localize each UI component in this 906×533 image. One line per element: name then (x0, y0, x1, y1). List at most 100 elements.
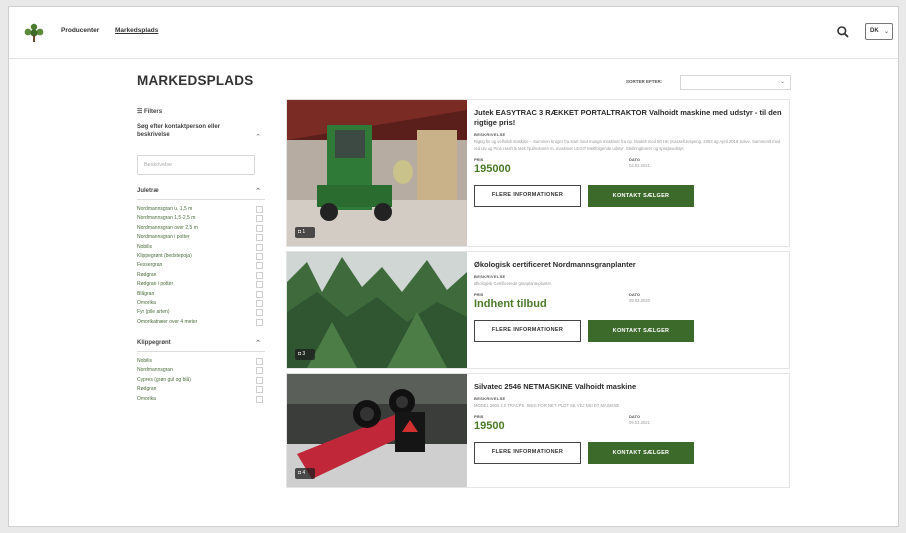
photo-count: 1 (302, 229, 306, 235)
filter-option[interactable]: Cypres (grøn gul og blå) (137, 376, 265, 385)
juletrae-filter-list: Nordmannsgran u. 1,5 m Nordmannsgran 1,5… (137, 205, 265, 327)
checkbox[interactable] (256, 376, 263, 384)
filter-option[interactable]: Omorikatræer over 4 meter (137, 318, 265, 327)
contact-seller-button[interactable]: KONTAKT SÆLGER (588, 185, 694, 207)
filter-option[interactable]: Blågran (137, 290, 265, 299)
date-label: DATO (629, 292, 640, 297)
listing-actions: FLERE INFORMATIONER KONTAKT SÆLGER (474, 442, 784, 464)
description-text: Rigtig fin og velholdt maskine – Sammen … (474, 139, 781, 151)
filter-option[interactable]: Nordmannsgran (137, 366, 265, 375)
contact-seller-button[interactable]: KONTAKT SÆLGER (588, 320, 694, 342)
checkbox[interactable] (256, 206, 263, 213)
filter-section-juletrae[interactable]: Juletræ ⌃ (137, 184, 265, 200)
price-label: PRIS (474, 157, 484, 162)
language-value: DK (870, 28, 879, 34)
filter-option[interactable]: Rødgran (137, 271, 265, 280)
chevron-down-icon: ⌄ (779, 79, 785, 85)
listing-card: ◘ 1 Jutek EASYTRAC 3 RÆKKET PORTALTRAKTO… (286, 99, 790, 247)
search-filter-label[interactable]: Søg efter kontaktperson eller beskrivels… (137, 123, 249, 139)
camera-icon: ◘ (298, 229, 302, 235)
photo-count-badge[interactable]: ◘ 4 (295, 468, 315, 479)
photo-count: 3 (302, 351, 306, 357)
section-title: Klippegrønt (137, 340, 171, 347)
listing-meta: PRIS 19500 DATO 09.03.2021 (474, 414, 784, 436)
checkbox[interactable] (256, 243, 263, 251)
browser-page: Producenter Markedsplads DK ⌄ MARKEDSPLA… (8, 6, 899, 527)
checkbox[interactable] (256, 358, 263, 366)
photo-count-badge[interactable]: ◘ 1 (295, 227, 315, 238)
filter-option[interactable]: Nordmannsgran i potter (137, 233, 265, 242)
checkbox[interactable] (256, 252, 263, 260)
filter-option[interactable]: Nobilis (137, 243, 265, 252)
checkbox[interactable] (256, 367, 263, 375)
listing-body: Jutek EASYTRAC 3 RÆKKET PORTALTRAKTOR Va… (474, 108, 784, 207)
checkbox[interactable] (256, 215, 263, 223)
checkbox[interactable] (256, 281, 263, 289)
language-select[interactable]: DK ⌄ (865, 23, 893, 40)
contact-seller-button[interactable]: KONTAKT SÆLGER (588, 442, 694, 464)
date-value: 09.03.2021 (629, 420, 650, 425)
chevron-up-icon[interactable]: ⌃ (255, 133, 261, 141)
tractor-photo (287, 100, 467, 246)
description-search-input[interactable]: Beskrivelse (137, 155, 255, 175)
price-label: PRIS (474, 414, 484, 419)
listing-card: ◘ 3 Økologisk certificeret Nordmannsgran… (286, 251, 790, 369)
listing-title[interactable]: Silvatec 2546 NETMASKINE Valhoidt maskin… (474, 382, 784, 392)
nav-producers-link[interactable]: Producenter (61, 27, 99, 34)
more-info-button[interactable]: FLERE INFORMATIONER (474, 320, 581, 342)
page-title: MARKEDSPLADS (137, 73, 254, 88)
filter-option[interactable]: Nordmannsgran 1,5-2,5 m (137, 214, 265, 223)
more-info-button[interactable]: FLERE INFORMATIONER (474, 442, 581, 464)
date-label: DATO (629, 157, 640, 162)
camera-icon: ◘ (298, 351, 302, 357)
chevron-down-icon: ⌃ (255, 340, 261, 348)
description-label: BESKRIVELSE (474, 132, 506, 137)
checkbox[interactable] (256, 309, 263, 317)
filter-option[interactable]: Fyr (pile arten) (137, 308, 265, 317)
listing-image[interactable]: ◘ 1 (287, 100, 467, 246)
search-icon[interactable] (836, 25, 850, 39)
listing-body: Silvatec 2546 NETMASKINE Valhoidt maskin… (474, 382, 784, 464)
filter-option[interactable]: Fessergran (137, 261, 265, 270)
filter-option[interactable]: Omorika (137, 395, 265, 404)
chevron-down-icon: ⌃ (255, 188, 261, 195)
filter-sidebar: ☰ Filters Søg efter kontaktperson eller … (137, 103, 265, 404)
filter-option[interactable]: Rødgran (137, 385, 265, 394)
price-value: 19500 (474, 420, 505, 432)
listing-actions: FLERE INFORMATIONER KONTAKT SÆLGER (474, 185, 784, 207)
checkbox[interactable] (256, 271, 263, 279)
checkbox[interactable] (256, 262, 263, 270)
chevron-down-icon: ⌄ (883, 29, 889, 35)
date-value: 09.03.2020 (629, 298, 650, 303)
photo-count: 4 (302, 470, 306, 476)
listing-image[interactable]: ◘ 4 (287, 374, 467, 487)
filter-section-klippegront[interactable]: Klippegrønt ⌃ (137, 336, 265, 353)
photo-count-badge[interactable]: ◘ 3 (295, 349, 315, 360)
more-info-button[interactable]: FLERE INFORMATIONER (474, 185, 581, 207)
sort-select[interactable]: ⌄ (680, 75, 791, 90)
filters-heading[interactable]: ☰ Filters (137, 108, 265, 115)
checkbox[interactable] (256, 386, 263, 394)
filter-option[interactable]: Nordmannsgran over 2,5 m (137, 224, 265, 233)
checkbox[interactable] (256, 318, 263, 326)
filter-option[interactable]: Rødgran i potter (137, 280, 265, 289)
listing-actions: FLERE INFORMATIONER KONTAKT SÆLGER (474, 320, 784, 342)
date-label: DATO (629, 414, 640, 419)
price-label: PRIS (474, 292, 484, 297)
checkbox[interactable] (256, 299, 263, 307)
listing-title[interactable]: Jutek EASYTRAC 3 RÆKKET PORTALTRAKTOR Va… (474, 108, 784, 128)
tree-logo-icon[interactable] (23, 22, 45, 44)
description-label: BESKRIVELSE (474, 396, 506, 401)
sort-label: SORTER EFTER: (626, 79, 663, 84)
checkbox[interactable] (256, 395, 263, 403)
nav-marketplace-link[interactable]: Markedsplads (115, 27, 158, 34)
filter-option[interactable]: Klippegrønt (bedstepoja) (137, 252, 265, 261)
listing-image[interactable]: ◘ 3 (287, 252, 467, 368)
checkbox[interactable] (256, 234, 263, 242)
checkbox[interactable] (256, 224, 263, 232)
filter-option[interactable]: Omorika (137, 299, 265, 308)
filter-option[interactable]: Nobilis (137, 357, 265, 366)
checkbox[interactable] (256, 290, 263, 298)
listing-title[interactable]: Økologisk certificeret Nordmannsgranplan… (474, 260, 784, 270)
filter-option[interactable]: Nordmannsgran u. 1,5 m (137, 205, 265, 214)
